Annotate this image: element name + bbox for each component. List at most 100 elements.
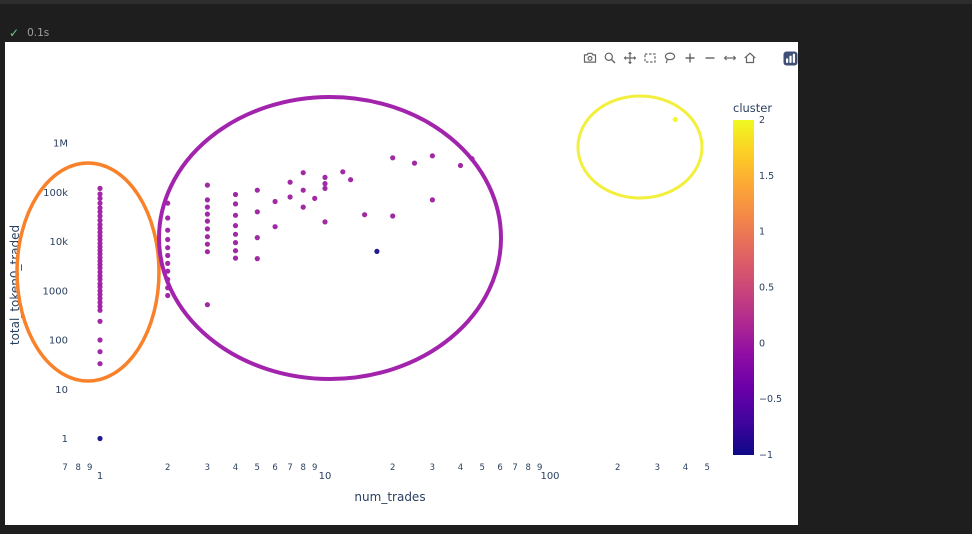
scatter-point[interactable] (272, 198, 278, 205)
x-tick-label-minor: 4 (233, 463, 238, 473)
colorbar-tick-label: −1 (759, 450, 773, 461)
scatter-point[interactable] (204, 234, 210, 240)
scatter-point[interactable] (97, 435, 103, 442)
lasso-icon[interactable] (662, 50, 678, 66)
y-tick-label: 1 (62, 434, 68, 445)
x-axis-title: num_trades (354, 490, 425, 504)
scatter-point[interactable] (97, 337, 103, 343)
scatter-point[interactable] (340, 169, 346, 175)
scatter-point[interactable] (232, 212, 239, 218)
y-tick-label: 1M (53, 139, 68, 150)
scatter-point[interactable] (165, 236, 171, 243)
scatter-point[interactable] (97, 349, 103, 355)
pan-icon[interactable] (622, 50, 638, 66)
x-tick-label-minor: 7 (512, 463, 517, 473)
x-tick-label-minor: 9 (87, 463, 92, 473)
scatter-point[interactable] (287, 194, 293, 200)
scatter-point[interactable] (204, 182, 210, 188)
x-tick-label-minor: 8 (75, 463, 80, 473)
zoom-in-icon[interactable] (682, 50, 698, 66)
scatter-point[interactable] (204, 197, 210, 203)
scatter-point[interactable] (204, 204, 210, 210)
x-tick-label-minor: 5 (255, 463, 260, 473)
camera-icon[interactable] (582, 50, 598, 66)
scatter-point[interactable] (97, 361, 103, 367)
scatter-point[interactable] (322, 219, 328, 225)
scatter-point[interactable] (300, 204, 306, 210)
scatter-point[interactable] (429, 197, 435, 203)
scatter-point[interactable] (232, 201, 239, 207)
scatter-point[interactable] (97, 185, 103, 191)
scatter-point[interactable] (97, 318, 103, 324)
scatter-point[interactable] (287, 179, 293, 185)
scatter-point[interactable] (362, 212, 368, 218)
scatter-point[interactable] (254, 209, 260, 215)
scatter-point[interactable] (374, 248, 380, 254)
x-tick-label-minor: 4 (458, 463, 463, 473)
scatter-point[interactable] (254, 187, 260, 193)
window-top-edge (0, 0, 972, 4)
scatter-point[interactable] (232, 255, 239, 261)
scatter-point[interactable] (457, 162, 464, 169)
x-tick-label-minor: 7 (62, 463, 67, 473)
yellow-circle-annotation (576, 94, 704, 200)
scatter-plot[interactable]: 1M100k10k10001001017 8 9 2 3 4 5 6 7 8 9 2 3 4 5 6 7 8 9 2 3… (5, 42, 798, 525)
autoscale-icon[interactable] (722, 50, 738, 66)
scatter-point[interactable] (204, 249, 210, 255)
x-tick-label-minor: 8 (525, 463, 530, 473)
scatter-point[interactable] (672, 116, 678, 123)
box-select-icon[interactable] (642, 50, 658, 66)
colorbar-tick-label: −0.5 (759, 394, 782, 405)
colorbar-tick-label: 0.5 (759, 283, 774, 294)
plotly-logo-icon[interactable] (782, 50, 798, 66)
orange-circle-annotation (15, 161, 161, 383)
zoom-out-icon[interactable] (702, 50, 718, 66)
x-tick-label-minor: 8 (300, 463, 305, 473)
x-tick-label-minor: 3 (655, 463, 660, 473)
scatter-point[interactable] (429, 153, 435, 159)
colorbar-tick-label: 0 (759, 338, 765, 349)
x-tick-label-major: 1 (97, 471, 103, 482)
reset-axes-icon[interactable] (742, 50, 758, 66)
scatter-point[interactable] (254, 256, 260, 262)
scatter-point[interactable] (97, 307, 103, 313)
scatter-point[interactable] (204, 211, 210, 217)
scatter-point[interactable] (165, 245, 171, 251)
scatter-point[interactable] (204, 226, 210, 232)
x-tick-label-minor: 5 (480, 463, 485, 473)
x-tick-label-minor: 4 (683, 463, 688, 473)
scatter-point[interactable] (165, 260, 171, 266)
scatter-point[interactable] (232, 248, 239, 254)
scatter-point[interactable] (97, 200, 103, 206)
scatter-point[interactable] (204, 302, 210, 308)
scatter-point[interactable] (411, 160, 418, 166)
scatter-point[interactable] (300, 187, 306, 193)
notebook-code-cell[interactable]: px.scatter(summary_df, x='num_trades',y=… (28, 8, 968, 24)
scatter-point[interactable] (165, 215, 171, 221)
x-tick-label-major: 10 (319, 471, 332, 482)
scatter-point[interactable] (390, 213, 396, 219)
scatter-point[interactable] (272, 224, 278, 230)
scatter-point[interactable] (204, 241, 210, 247)
scatter-point[interactable] (322, 174, 328, 180)
y-tick-label: 1000 (43, 286, 68, 297)
scatter-point[interactable] (390, 155, 396, 161)
scatter-point[interactable] (322, 181, 328, 187)
scatter-point[interactable] (232, 223, 239, 229)
zoom-icon[interactable] (602, 50, 618, 66)
scatter-point[interactable] (232, 191, 239, 198)
scatter-point[interactable] (232, 240, 239, 246)
x-tick-label-minor: 6 (497, 463, 502, 473)
scatter-point[interactable] (165, 252, 171, 259)
scatter-point[interactable] (232, 231, 239, 237)
scatter-point[interactable] (312, 195, 318, 201)
scatter-point[interactable] (204, 218, 210, 224)
scatter-point[interactable] (165, 292, 171, 299)
scatter-point[interactable] (322, 185, 328, 191)
scatter-point[interactable] (254, 235, 260, 241)
colorbar-title: cluster (733, 101, 772, 115)
scatter-point[interactable] (348, 177, 354, 183)
scatter-point[interactable] (300, 170, 306, 176)
scatter-point[interactable] (97, 195, 103, 201)
scatter-point[interactable] (165, 227, 171, 233)
